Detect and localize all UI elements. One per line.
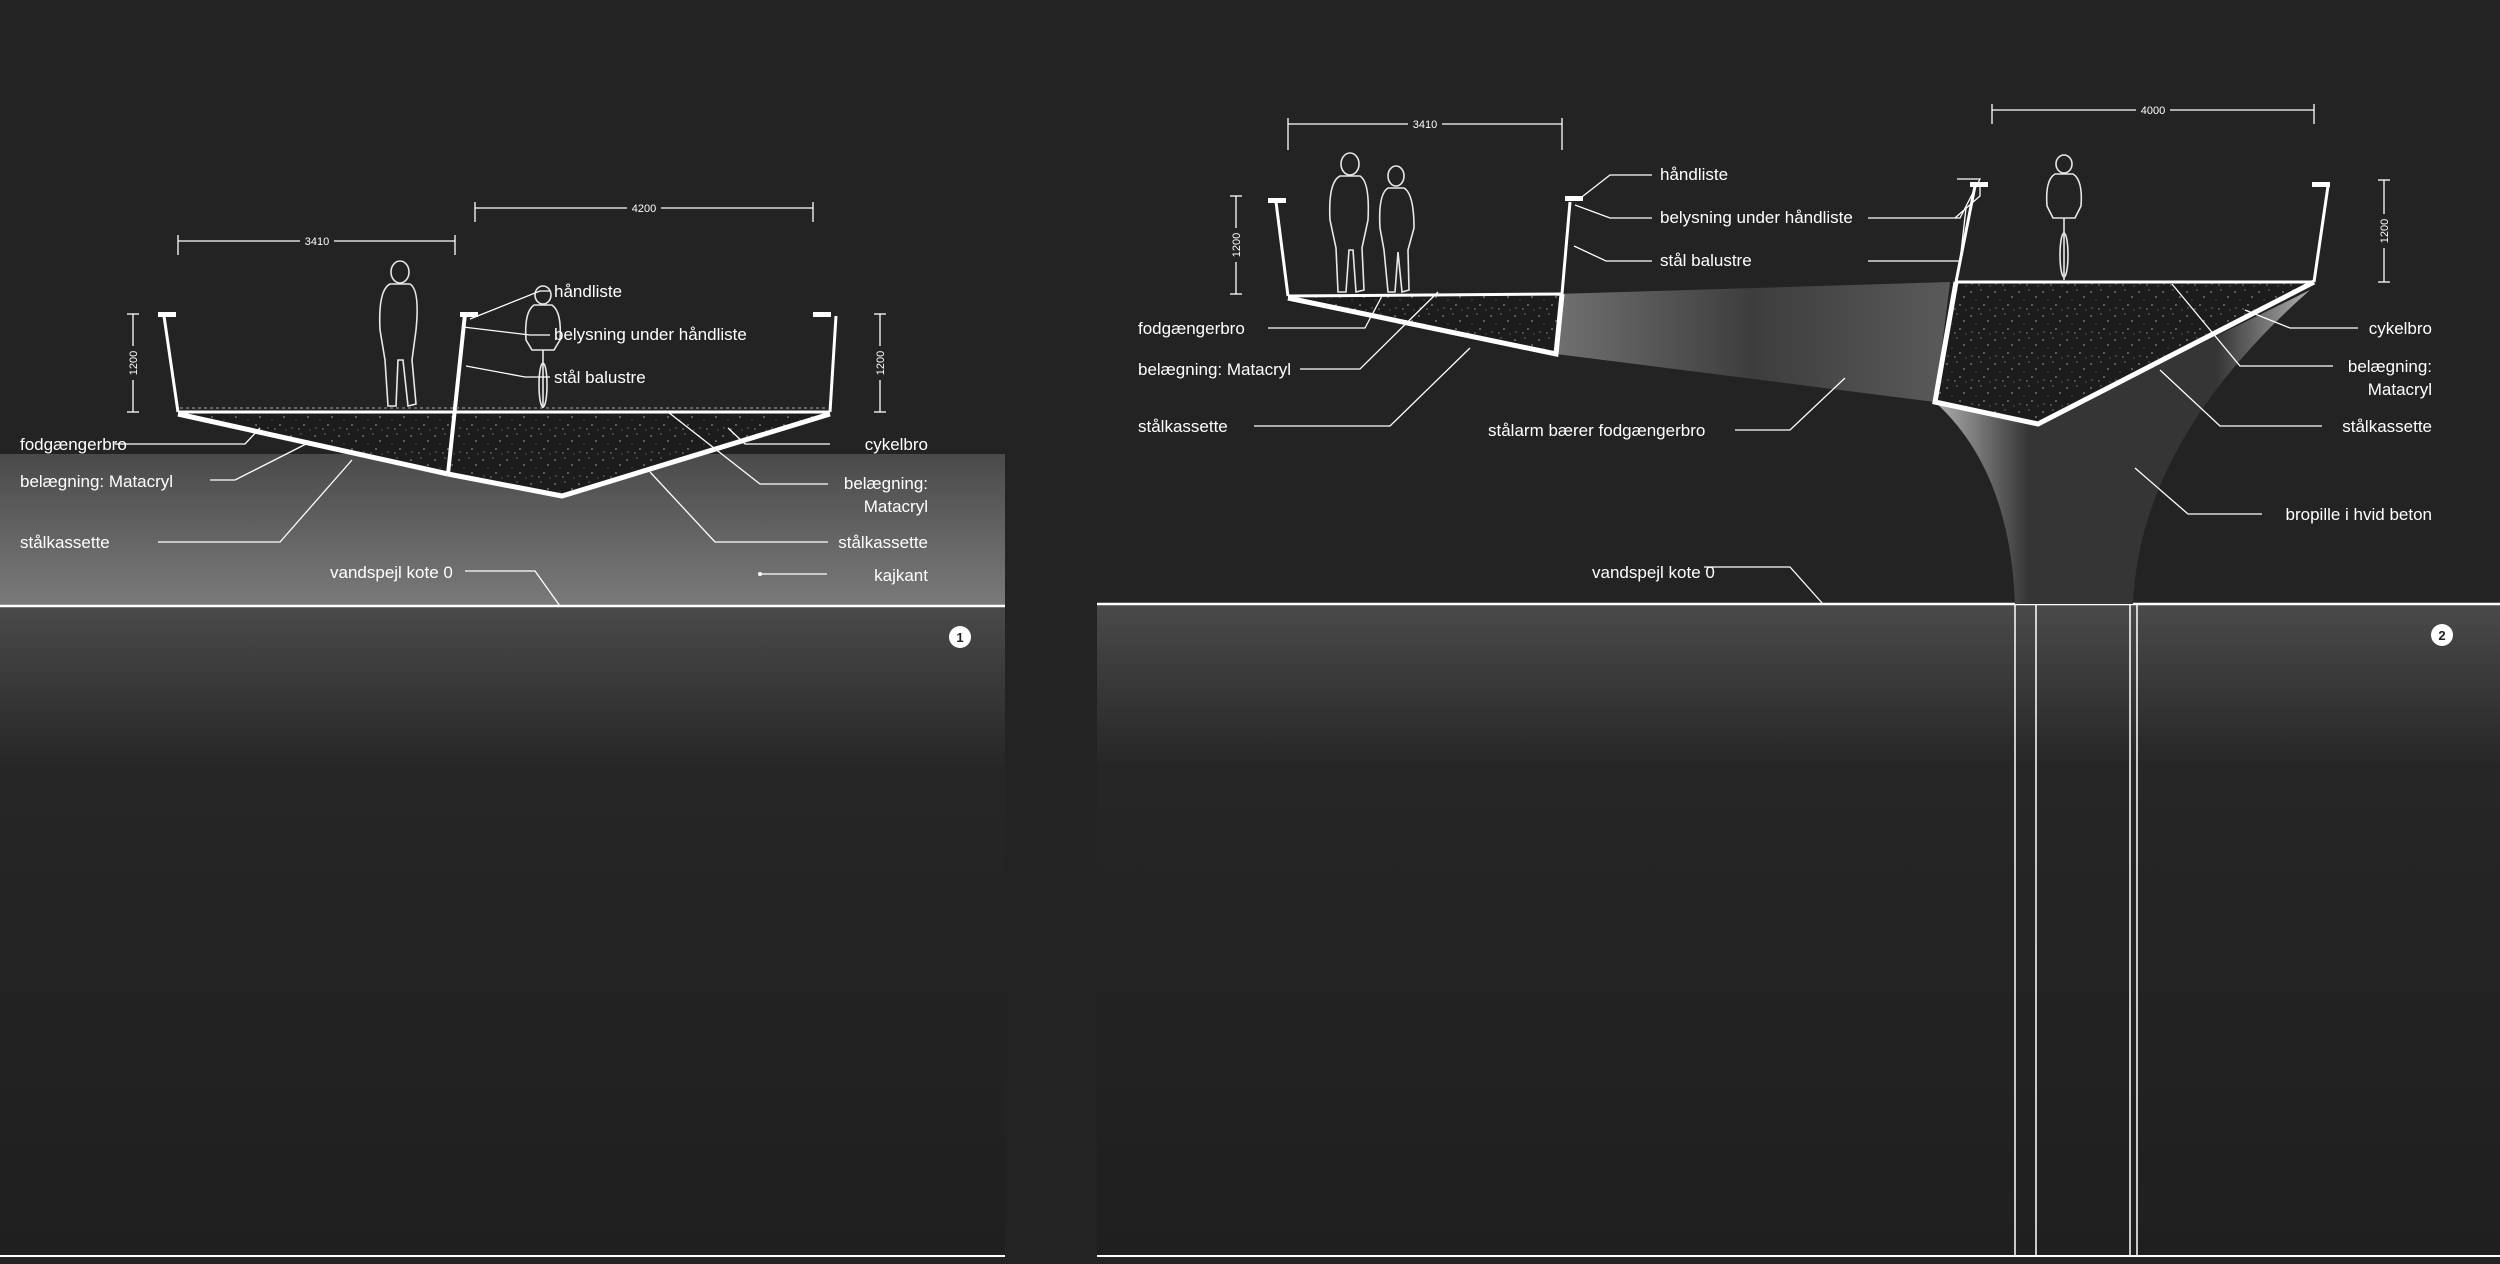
p2-label-cykelbro: cykelbro	[2369, 319, 2432, 338]
p2-mid-rail-right	[1954, 185, 1977, 283]
bridge-section-drawing: 3410 4200 1200 1200 håndliste belysning …	[0, 103, 2500, 1257]
pedestrian-deck-surface-2	[1287, 292, 1563, 298]
p2-left-handrail	[1268, 198, 1286, 203]
p2-label-fodgaengerbro: fodgængerbro	[1138, 319, 1245, 338]
p2-mid-rail-left	[1560, 201, 1572, 295]
panel-1: 3410 4200 1200 1200 håndliste belysning …	[0, 201, 1005, 1257]
label-vandspejl: vandspejl kote 0	[330, 563, 453, 582]
p2-dimension-3410: 3410	[1287, 117, 1563, 150]
panel-2-number: 2	[2438, 628, 2445, 643]
label-fodgaengerbro: fodgængerbro	[20, 435, 127, 454]
label-belaegning-left: belægning: Matacryl	[20, 472, 173, 491]
p2-right-handrail	[2312, 182, 2330, 187]
dim-1200-left-text: 1200	[128, 351, 140, 375]
label-stalkassette-right: stålkassette	[838, 533, 928, 552]
p2-dimension-1200-right: 1200	[2377, 179, 2391, 283]
p2-label-belaegning-right-1: belægning:	[2348, 357, 2432, 376]
pedestrian-figure	[378, 260, 418, 407]
label-cykelbro: cykelbro	[865, 435, 928, 454]
p2-label-vandspejl: vandspejl kote 0	[1592, 563, 1715, 582]
p2-right-rail	[2312, 185, 2330, 283]
dimension-1200-right: 1200	[873, 313, 887, 413]
dimension-3410: 3410	[177, 234, 456, 255]
dimension-1200-left: 1200	[126, 313, 140, 413]
p2-dim-1200-right-text: 1200	[2379, 219, 2391, 243]
p2-label-belaegning-left: belægning: Matacryl	[1138, 360, 1291, 379]
steel-arm	[1556, 282, 1950, 402]
p2-label-stalkassette-right: stålkassette	[2342, 417, 2432, 436]
label-belaegning-right-2: Matacryl	[864, 497, 928, 516]
label-belysning: belysning under håndliste	[554, 325, 747, 344]
p2-mid-handrail-right	[1970, 182, 1988, 187]
label-kajkant: kajkant	[874, 566, 928, 585]
label-balustre: stål balustre	[554, 368, 646, 387]
p2-label-belaegning-right-2: Matacryl	[2368, 380, 2432, 399]
kajkant-marker	[758, 572, 762, 576]
p2-label-belysning: belysning under håndliste	[1660, 208, 1853, 227]
p2-dim-4000-text: 4000	[2141, 105, 2165, 117]
couple-figure	[1328, 152, 1415, 294]
dim-1200-right-text: 1200	[875, 351, 887, 375]
p2-label-handliste: håndliste	[1660, 165, 1728, 184]
p2-left-rail	[1274, 201, 1290, 297]
right-rail	[828, 315, 838, 413]
panel-2: 3410 4000 1200 1200 håndliste belysning …	[1097, 103, 2500, 1257]
p2-label-stalkassette-left: stålkassette	[1138, 417, 1228, 436]
panel-1-number: 1	[956, 630, 963, 645]
water-body	[0, 606, 1005, 1256]
right-handrail	[813, 312, 831, 317]
p2-label-balustre: stål balustre	[1660, 251, 1752, 270]
label-stalkassette-left: stålkassette	[20, 533, 110, 552]
label-handliste: håndliste	[554, 282, 622, 301]
p2-dimension-1200: 1200	[1229, 195, 1243, 295]
dim-3410-text: 3410	[305, 236, 329, 248]
p2-dim-1200-text: 1200	[1231, 233, 1243, 257]
p2-label-bropille: bropille i hvid beton	[2286, 505, 2432, 524]
dimension-4200: 4200	[474, 201, 814, 222]
cyclist-figure	[524, 285, 562, 408]
p2-dimension-4000: 4000	[1991, 103, 2315, 124]
cyclist-figure-2	[2045, 154, 2083, 280]
left-handrail	[158, 312, 176, 317]
dim-4200-text: 4200	[632, 203, 656, 215]
p2-dim-3410-text: 3410	[1413, 119, 1437, 131]
label-belaegning-right-1: belægning:	[844, 474, 928, 493]
p2-label-stalarm: stålarm bærer fodgængerbro	[1488, 421, 1705, 440]
left-rail	[162, 315, 180, 413]
water-body-2	[1097, 604, 2500, 1256]
